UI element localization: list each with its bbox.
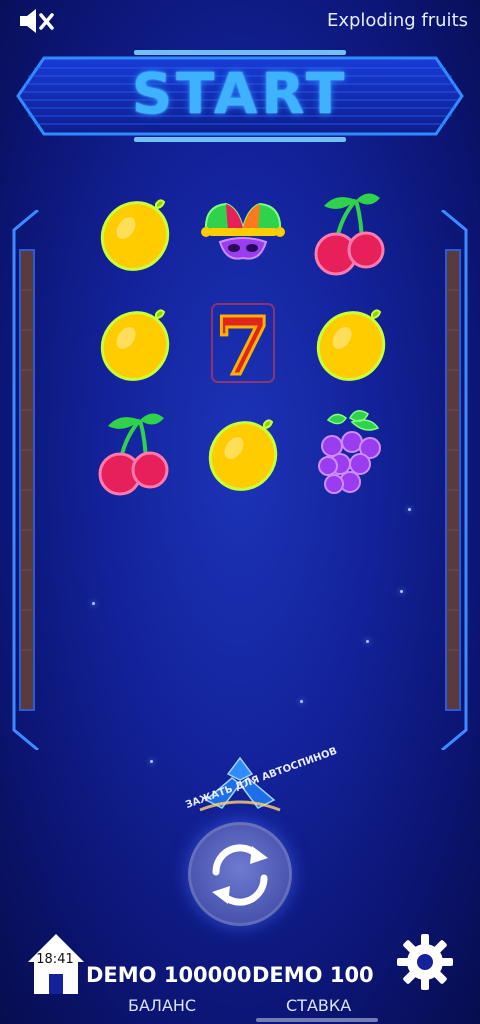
background-sparkle	[400, 590, 403, 593]
background-sparkle	[92, 602, 95, 605]
background-sparkle	[408, 508, 411, 511]
bet-label: СТАВКА	[286, 996, 352, 1015]
background-sparkle	[366, 640, 369, 643]
cherry-icon	[314, 193, 385, 276]
start-button[interactable]: START	[14, 46, 466, 146]
jester-hat-icon	[201, 202, 285, 260]
mute-button[interactable]	[18, 6, 56, 36]
background-sparkle	[150, 760, 153, 763]
symbol-jester	[198, 188, 288, 278]
seven-icon: 7	[211, 298, 275, 395]
lemon-icon	[100, 199, 170, 271]
grapes-icon	[318, 410, 381, 494]
symbol-lemon	[198, 408, 288, 498]
settings-button[interactable]	[396, 933, 454, 991]
bet-value[interactable]: DEMO 100	[252, 963, 374, 987]
spin-button[interactable]	[188, 822, 292, 926]
symbol-cherry	[90, 408, 180, 498]
lemon-icon	[100, 309, 170, 381]
start-label: START	[131, 62, 349, 127]
symbol-seven: 7	[198, 298, 288, 395]
symbol-lemon	[90, 188, 180, 278]
speaker-muted-icon	[20, 9, 54, 33]
cherry-icon	[98, 413, 169, 496]
lemon-icon	[316, 309, 386, 381]
lemon-icon	[208, 419, 278, 491]
symbol-lemon	[306, 298, 396, 388]
symbol-cherry	[306, 188, 396, 278]
seven-glyph: 7	[215, 299, 271, 388]
balance-label: БАЛАНС	[128, 996, 197, 1015]
reels-grid: 7	[90, 188, 396, 500]
right-rail	[441, 210, 468, 750]
symbol-lemon	[90, 298, 180, 388]
left-rail	[12, 210, 39, 750]
symbol-grapes	[306, 408, 396, 498]
background-sparkle	[300, 700, 303, 703]
balance-value: DEMO 100000	[86, 963, 252, 987]
refresh-icon	[212, 844, 268, 906]
clock: 18:41	[36, 952, 74, 967]
system-home-indicator	[256, 1018, 378, 1022]
game-title: Exploding fruits	[326, 10, 468, 31]
